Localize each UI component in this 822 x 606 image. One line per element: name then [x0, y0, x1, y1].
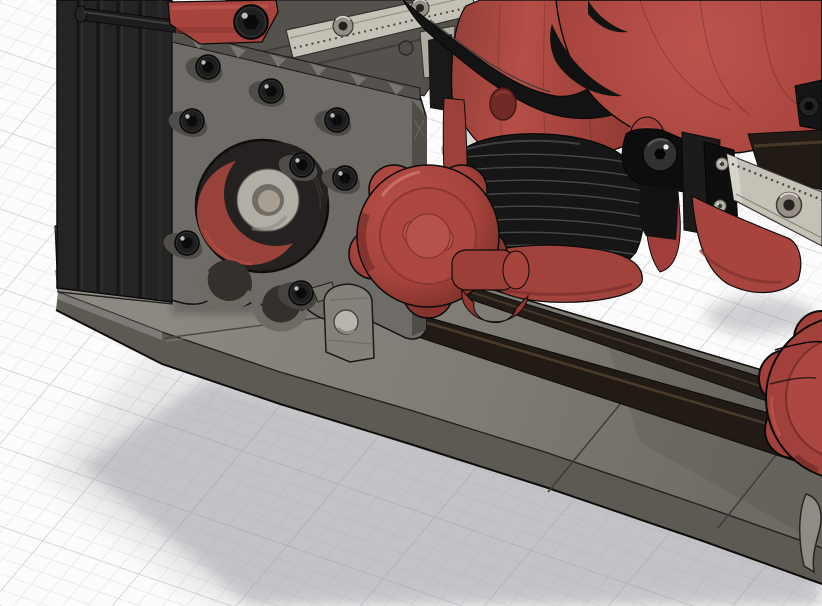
clamp-hole [334, 310, 358, 334]
block-hole [399, 41, 413, 55]
bracket-screw[interactable] [234, 5, 268, 39]
bracket-screw-small[interactable] [716, 158, 728, 170]
plate-screw[interactable] [180, 109, 204, 133]
plate-screw[interactable] [196, 55, 220, 79]
plate-screw[interactable] [259, 79, 283, 103]
plate-screw[interactable] [290, 153, 314, 177]
plate-screw[interactable] [289, 281, 313, 305]
plate-screw[interactable] [325, 108, 349, 132]
right-rail-group[interactable] [692, 130, 822, 293]
rail-countersunk-hole [333, 16, 353, 36]
rail-countersunk-hole [777, 193, 802, 218]
cad-viewport[interactable] [0, 0, 822, 606]
plate-screw[interactable] [333, 166, 357, 190]
plate-screw[interactable] [175, 231, 199, 255]
extrusion-column[interactable] [57, 0, 172, 302]
